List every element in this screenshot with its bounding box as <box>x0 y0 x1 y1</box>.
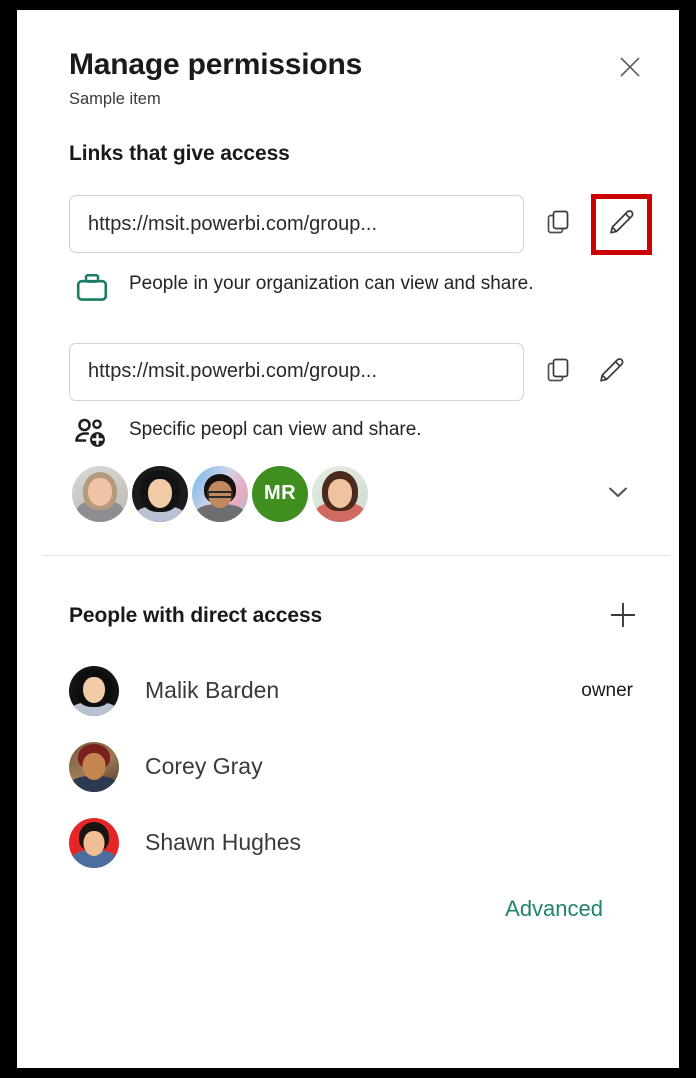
links-section-heading: Links that give access <box>69 141 290 165</box>
chevron-down-icon <box>605 479 631 508</box>
people-add-icon <box>71 417 113 450</box>
close-icon <box>617 54 643 80</box>
people-with-direct-access-section: People with direct access Malik Barden o… <box>17 556 679 926</box>
edit-link-button-1[interactable] <box>591 193 652 255</box>
direct-access-heading: People with direct access <box>69 604 323 628</box>
table-row[interactable]: Shawn Hughes <box>69 818 643 869</box>
pencil-icon <box>597 356 626 388</box>
briefcase-icon <box>71 271 113 303</box>
link-description-1: People in your organization can view and… <box>129 272 534 294</box>
link-url-field-2[interactable]: https://msit.powerbi.com/group... <box>69 342 524 401</box>
add-people-button[interactable] <box>599 592 647 640</box>
avatar <box>69 742 119 793</box>
avatar-person-2[interactable] <box>132 465 188 522</box>
copy-icon <box>545 357 572 387</box>
copy-link-button-2[interactable] <box>535 349 581 395</box>
link-block-1: https://msit.powerbi.com/group... People… <box>69 193 652 303</box>
avatar-photo <box>132 465 188 522</box>
link-url-field-1[interactable]: https://msit.powerbi.com/group... <box>69 195 524 254</box>
manage-permissions-panel: Manage permissions Sample item Links tha… <box>17 10 679 1068</box>
expand-members-button[interactable] <box>593 469 643 519</box>
table-row[interactable]: Malik Barden owner <box>69 666 643 717</box>
screenshot-root: Manage permissions Sample item Links tha… <box>0 0 696 1078</box>
item-subtitle: Sample item <box>69 90 161 108</box>
footer-actions: Advanced <box>69 868 643 926</box>
link-block-2: https://msit.powerbi.com/group... Specif… <box>69 342 643 522</box>
link-description-2: Specific peopl can view and share. <box>129 418 422 440</box>
avatar-person-4[interactable]: MR <box>252 465 308 522</box>
pencil-icon <box>607 208 636 240</box>
close-button[interactable] <box>611 48 649 86</box>
table-row[interactable]: Corey Gray <box>69 742 643 793</box>
link-row-2: https://msit.powerbi.com/group... <box>69 342 643 401</box>
avatar-photo <box>312 465 368 522</box>
dialog-header: Manage permissions Sample item <box>17 10 679 110</box>
page-title: Manage permissions <box>69 48 363 81</box>
avatar-initials-text: MR <box>264 482 296 505</box>
avatar <box>69 818 119 869</box>
advanced-link[interactable]: Advanced <box>503 892 605 926</box>
edit-link-button-2[interactable] <box>588 349 634 395</box>
person-name: Corey Gray <box>145 753 263 780</box>
direct-access-header: People with direct access <box>69 592 643 640</box>
link-members-row: MR <box>69 465 643 522</box>
link-description-row-2: Specific peopl can view and share. <box>69 417 643 450</box>
link-description-row-1: People in your organization can view and… <box>69 271 643 303</box>
copy-icon <box>545 209 572 239</box>
person-name: Malik Barden <box>145 677 280 704</box>
link-row-1: https://msit.powerbi.com/group... <box>69 193 652 255</box>
avatar-photo <box>192 465 248 522</box>
person-name: Shawn Hughes <box>145 829 301 856</box>
copy-link-button-1[interactable] <box>535 201 581 247</box>
avatar-person-5[interactable] <box>312 465 368 522</box>
avatar-person-3[interactable] <box>192 465 248 522</box>
avatar-photo <box>72 465 128 522</box>
avatar <box>69 666 119 717</box>
plus-icon <box>608 600 638 633</box>
avatar-stack: MR <box>72 465 372 522</box>
links-that-give-access-section: Links that give access https://msit.powe… <box>17 110 679 522</box>
avatar-person-1[interactable] <box>72 465 128 522</box>
person-role: owner <box>581 680 633 702</box>
